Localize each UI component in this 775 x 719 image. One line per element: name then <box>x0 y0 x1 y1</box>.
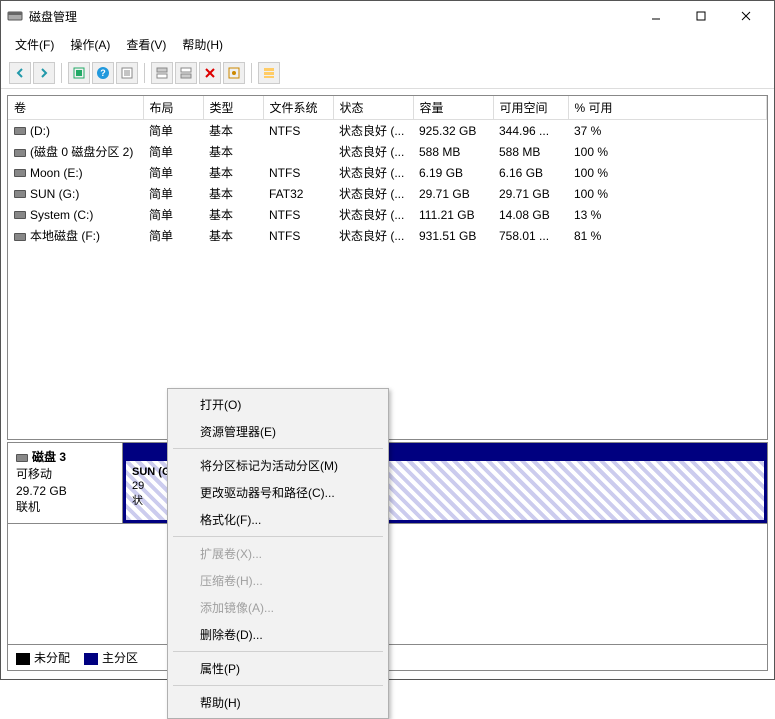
table-row[interactable]: Moon (E:)简单基本NTFS状态良好 (...6.19 GB6.16 GB… <box>8 162 767 183</box>
menu-open[interactable]: 打开(O) <box>170 391 386 418</box>
minimize-button[interactable] <box>633 2 678 30</box>
titlebar: 磁盘管理 <box>1 1 774 31</box>
view-bottom-button[interactable] <box>175 62 197 84</box>
menu-delete-volume[interactable]: 删除卷(D)... <box>170 621 386 648</box>
refresh-button[interactable] <box>68 62 90 84</box>
disk-icon <box>16 454 28 462</box>
col-layout[interactable]: 布局 <box>143 96 203 120</box>
disk-removable-label: 可移动 <box>16 466 114 483</box>
menu-file[interactable]: 文件(F) <box>7 33 62 56</box>
col-volume[interactable]: 卷 <box>8 96 143 120</box>
window-title: 磁盘管理 <box>29 8 633 25</box>
volume-icon <box>14 211 26 219</box>
menu-shrink: 压缩卷(H)... <box>170 567 386 594</box>
col-pctfree[interactable]: % 可用 <box>568 96 767 120</box>
menu-properties[interactable]: 属性(P) <box>170 655 386 682</box>
disk-online-label: 联机 <box>16 499 114 516</box>
list-view-button[interactable] <box>258 62 280 84</box>
properties-toolbar-button[interactable] <box>116 62 138 84</box>
col-free[interactable]: 可用空间 <box>493 96 568 120</box>
disk-size-label: 29.72 GB <box>16 483 114 500</box>
table-row[interactable]: SUN (G:)简单基本FAT32状态良好 (...29.71 GB29.71 … <box>8 183 767 204</box>
legend-swatch-unallocated <box>16 653 30 665</box>
table-row[interactable]: 本地磁盘 (F:)简单基本NTFS状态良好 (...931.51 GB758.0… <box>8 225 767 246</box>
disk-management-window: 磁盘管理 文件(F) 操作(A) 查看(V) 帮助(H) ? <box>0 0 775 680</box>
menu-action[interactable]: 操作(A) <box>62 33 118 56</box>
volume-icon <box>14 149 26 157</box>
legend-swatch-primary <box>84 653 98 665</box>
volume-icon <box>14 233 26 241</box>
table-row[interactable]: (磁盘 0 磁盘分区 2)简单基本状态良好 (...588 MB588 MB10… <box>8 141 767 162</box>
toolbar: ? <box>1 58 774 89</box>
forward-button[interactable] <box>33 62 55 84</box>
menu-help[interactable]: 帮助(H) <box>170 689 386 716</box>
table-row[interactable]: System (C:)简单基本NTFS状态良好 (...111.21 GB14.… <box>8 204 767 225</box>
menu-mark-active[interactable]: 将分区标记为活动分区(M) <box>170 452 386 479</box>
context-menu: 打开(O) 资源管理器(E) 将分区标记为活动分区(M) 更改驱动器号和路径(C… <box>167 388 389 719</box>
menu-extend: 扩展卷(X)... <box>170 540 386 567</box>
settings-toolbar-button[interactable] <box>223 62 245 84</box>
close-button[interactable] <box>723 2 768 30</box>
menu-format[interactable]: 格式化(F)... <box>170 506 386 533</box>
col-status[interactable]: 状态 <box>333 96 413 120</box>
volume-icon <box>14 169 26 177</box>
menu-explorer[interactable]: 资源管理器(E) <box>170 418 386 445</box>
menu-view[interactable]: 查看(V) <box>118 33 174 56</box>
col-type[interactable]: 类型 <box>203 96 263 120</box>
help-toolbar-button[interactable]: ? <box>92 62 114 84</box>
back-button[interactable] <box>9 62 31 84</box>
col-capacity[interactable]: 容量 <box>413 96 493 120</box>
legend-unallocated-label: 未分配 <box>34 651 70 665</box>
menu-help[interactable]: 帮助(H) <box>174 33 231 56</box>
maximize-button[interactable] <box>678 2 723 30</box>
menubar: 文件(F) 操作(A) 查看(V) 帮助(H) <box>1 31 774 58</box>
volume-icon <box>14 190 26 198</box>
disk-name: 磁盘 3 <box>32 450 66 464</box>
col-filesystem[interactable]: 文件系统 <box>263 96 333 120</box>
table-row[interactable]: (D:)简单基本NTFS状态良好 (...925.32 GB344.96 ...… <box>8 120 767 142</box>
delete-toolbar-button[interactable] <box>199 62 221 84</box>
disk-info[interactable]: 磁盘 3 可移动 29.72 GB 联机 <box>8 443 123 523</box>
menu-change-path[interactable]: 更改驱动器号和路径(C)... <box>170 479 386 506</box>
app-icon <box>7 8 23 24</box>
view-top-button[interactable] <box>151 62 173 84</box>
volume-icon <box>14 127 26 135</box>
menu-mirror: 添加镜像(A)... <box>170 594 386 621</box>
legend-primary-label: 主分区 <box>102 651 138 665</box>
svg-text:?: ? <box>100 68 106 78</box>
